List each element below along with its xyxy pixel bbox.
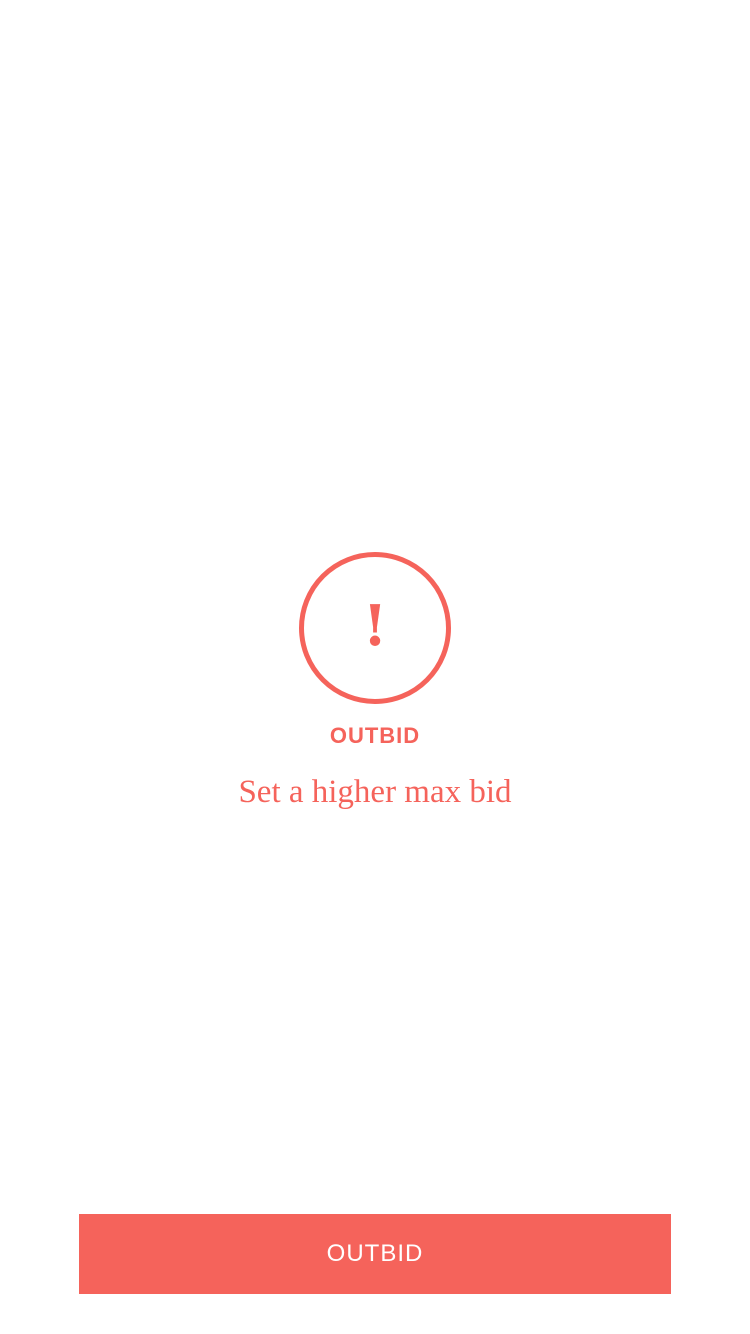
outbid-screen: ! OUTBID Set a higher max bid OUTBID (0, 0, 750, 1334)
exclamation-mark: ! (362, 593, 388, 659)
outbid-status: ! OUTBID Set a higher max bid (0, 552, 750, 812)
outbid-button[interactable]: OUTBID (79, 1214, 671, 1294)
exclamation-circle-icon: ! (299, 552, 451, 704)
status-title: OUTBID (329, 723, 421, 748)
status-message: Set a higher max bid (238, 774, 512, 810)
